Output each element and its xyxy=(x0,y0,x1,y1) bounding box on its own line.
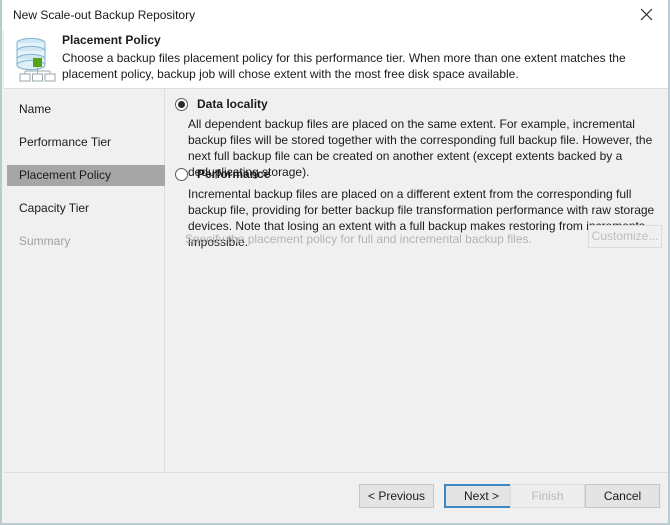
wizard-steps-sidebar: Name Performance Tier Placement Policy C… xyxy=(4,89,165,472)
previous-button[interactable]: < Previous xyxy=(359,484,434,508)
sidebar-item-summary: Summary xyxy=(19,234,71,248)
window-title: New Scale-out Backup Repository xyxy=(13,8,196,22)
sidebar-item-performance-tier[interactable]: Performance Tier xyxy=(7,132,165,153)
close-icon[interactable] xyxy=(624,0,668,29)
scale-out-repository-icon xyxy=(12,34,58,82)
title-bar: New Scale-out Backup Repository xyxy=(2,0,668,30)
sidebar-item-placement-policy[interactable]: Placement Policy xyxy=(7,165,165,186)
wizard-dialog: New Scale-out Backup Repository Placemen… xyxy=(0,0,670,525)
placement-policy-content: Data locality All dependent backup files… xyxy=(166,89,668,472)
option-data-locality-label: Data locality xyxy=(197,97,268,111)
page-title: Placement Policy xyxy=(62,33,161,47)
next-button[interactable]: Next > xyxy=(444,484,519,508)
page-description: Choose a backup files placement policy f… xyxy=(62,51,626,81)
option-performance[interactable]: Performance xyxy=(175,167,270,181)
wizard-header: Placement Policy Choose a backup files p… xyxy=(4,30,668,88)
placement-policy-hint: Specify the placement policy for full an… xyxy=(185,232,532,246)
option-performance-label: Performance xyxy=(197,167,271,181)
dialog-body: Name Performance Tier Placement Policy C… xyxy=(4,89,668,472)
sidebar-item-capacity-tier[interactable]: Capacity Tier xyxy=(7,198,165,219)
radio-performance[interactable] xyxy=(175,168,188,181)
radio-data-locality[interactable] xyxy=(175,98,188,111)
option-data-locality[interactable]: Data locality xyxy=(175,97,268,111)
finish-button: Finish xyxy=(510,484,585,508)
cancel-button[interactable]: Cancel xyxy=(585,484,660,508)
sidebar-item-name[interactable]: Name xyxy=(7,99,165,120)
dialog-footer: < Previous Next > Finish Cancel xyxy=(4,472,668,521)
customize-button: Customize... xyxy=(588,225,662,248)
